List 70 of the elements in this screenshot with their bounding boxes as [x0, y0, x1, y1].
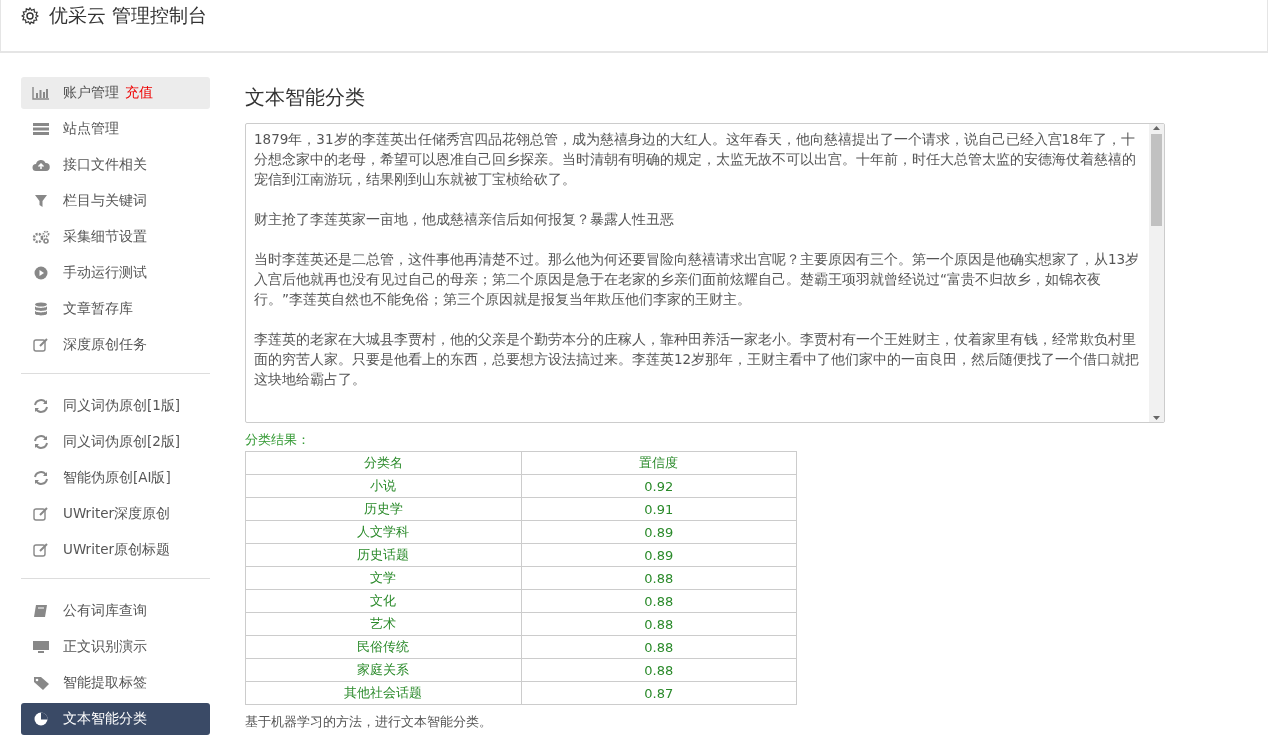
- text-paragraph: 当时李莲英还是二总管，这件事他再清楚不过。那么他为何还要冒险向慈禧请求出宫呢？主要原因有三个。第一个原因是他确实想家了，从13岁入宫后他就再也没有见过自己的母亲；第二个原因是急于在老家的乡亲们面前炫耀自己。楚霸王项羽就曾经说过“富贵不归故乡，如锦衣夜行。”李莲英自然也不能免俗；第三个原因就是报复当年欺压他们李家的王财主。: [254, 250, 1141, 309]
- page-title: 文本智能分类: [245, 84, 366, 111]
- menu-icon: [32, 712, 50, 726]
- table-cell: 0.88: [521, 612, 797, 636]
- menu-icon: [32, 543, 50, 557]
- menu-icon: [32, 86, 50, 100]
- menu-icon: [32, 194, 50, 208]
- table-cell: 历史学: [245, 497, 521, 521]
- sidebar-item[interactable]: 手动运行测试: [21, 257, 210, 289]
- sidebar-item[interactable]: 智能提取标签: [21, 667, 210, 699]
- table-cell: 小说: [245, 474, 521, 498]
- scrollbar-thumb[interactable]: [1151, 134, 1162, 226]
- table-cell: 民俗传统: [245, 635, 521, 659]
- menu-icon: [32, 399, 50, 413]
- table-cell: 0.87: [521, 681, 797, 705]
- scroll-up-icon[interactable]: [1152, 124, 1161, 132]
- sidebar-item[interactable]: 账户管理 充值: [21, 77, 210, 109]
- table-cell: 0.88: [521, 589, 797, 613]
- sidebar-item[interactable]: 文章暂存库: [21, 293, 210, 325]
- table-cell: 0.92: [521, 474, 797, 498]
- table-cell: 艺术: [245, 612, 521, 636]
- table-cell: 文学: [245, 566, 521, 590]
- app-title: 优采云 管理控制台: [49, 3, 208, 28]
- sidebar-item[interactable]: UWriter原创标题: [21, 534, 210, 566]
- menu-icon: [32, 338, 50, 352]
- menu-icon: [32, 230, 50, 244]
- menu-icon: [32, 158, 50, 172]
- footnote: 基于机器学习的方法，进行文本智能分类。: [245, 713, 493, 731]
- menu-icon: [32, 266, 50, 280]
- column-header: 分类名: [245, 451, 521, 475]
- sidebar-item[interactable]: UWriter深度原创: [21, 498, 210, 530]
- table-cell: 文化: [245, 589, 521, 613]
- scroll-down-icon[interactable]: [1152, 414, 1161, 422]
- table-cell: 0.91: [521, 497, 797, 521]
- sidebar-item[interactable]: 智能伪原创[AI版]: [21, 462, 210, 494]
- sidebar-item[interactable]: 正文识别演示: [21, 631, 210, 663]
- sidebar-item[interactable]: 同义词伪原创[2版]: [21, 426, 210, 458]
- menu-icon: [32, 302, 50, 316]
- recharge-link[interactable]: 充值: [125, 84, 153, 100]
- menu-icon: [32, 122, 50, 136]
- table-cell: 其他社会话题: [245, 681, 521, 705]
- table-cell: 0.88: [521, 635, 797, 659]
- menu-icon: [32, 507, 50, 521]
- sidebar-item[interactable]: 接口文件相关: [21, 149, 210, 181]
- column-header: 置信度: [521, 451, 797, 475]
- table-cell: 0.88: [521, 566, 797, 590]
- menu-icon: [32, 471, 50, 485]
- sidebar-item[interactable]: 深度原创任务: [21, 329, 210, 361]
- table-cell: 0.89: [521, 543, 797, 567]
- sidebar-item[interactable]: 文本智能分类: [21, 703, 210, 735]
- sidebar-item[interactable]: 同义词伪原创[1版]: [21, 390, 210, 422]
- settings-icon: [21, 7, 39, 25]
- menu-icon: [32, 435, 50, 449]
- table-cell: 0.88: [521, 658, 797, 682]
- table-cell: 家庭关系: [245, 658, 521, 682]
- menu-icon: [32, 604, 50, 618]
- text-paragraph: 李莲英的老家在大城县李贾村，他的父亲是个勤劳本分的庄稼人，靠种田养活一家老小。李贾村有一个王姓财主，仗着家里有钱，经常欺负村里面的穷苦人家。只要是他看上的东西，总要想方设法搞过来。李莲英12岁那年，王财主看中了他们家中的一亩良田，然后随便找了一个借口就把这块地给霸占了。: [254, 330, 1141, 389]
- sidebar-item[interactable]: 公有词库查询: [21, 595, 210, 627]
- sidebar-item[interactable]: 采集细节设置: [21, 221, 210, 253]
- sidebar-item[interactable]: 栏目与关键词: [21, 185, 210, 217]
- sidebar-item[interactable]: 站点管理: [21, 113, 210, 145]
- table-cell: 0.89: [521, 520, 797, 544]
- text-paragraph: 1879年，31岁的李莲英出任储秀宫四品花翎总管，成为慈禧身边的大红人。这年春天，他向慈禧提出了一个请求，说自己已经入宫18年了，十分想念家中的老母，希望可以恩准自己回乡探亲。当时清朝有明确的规定，太监无故不可以出宫。十年前，时任大总管太监的安德海仗着慈禧的宠信到江南游玩，结果刚到山东就被丁宝桢给砍了。: [254, 130, 1137, 189]
- menu-icon: [32, 640, 50, 654]
- result-label: 分类结果：: [245, 431, 311, 449]
- table-cell: 人文学科: [245, 520, 521, 544]
- text-input-field[interactable]: [245, 123, 1165, 423]
- text-paragraph: 财主抢了李莲英家一亩地，他成慈禧亲信后如何报复？暴露人性丑恶: [254, 210, 675, 229]
- table-cell: 历史话题: [245, 543, 521, 567]
- menu-icon: [32, 676, 50, 690]
